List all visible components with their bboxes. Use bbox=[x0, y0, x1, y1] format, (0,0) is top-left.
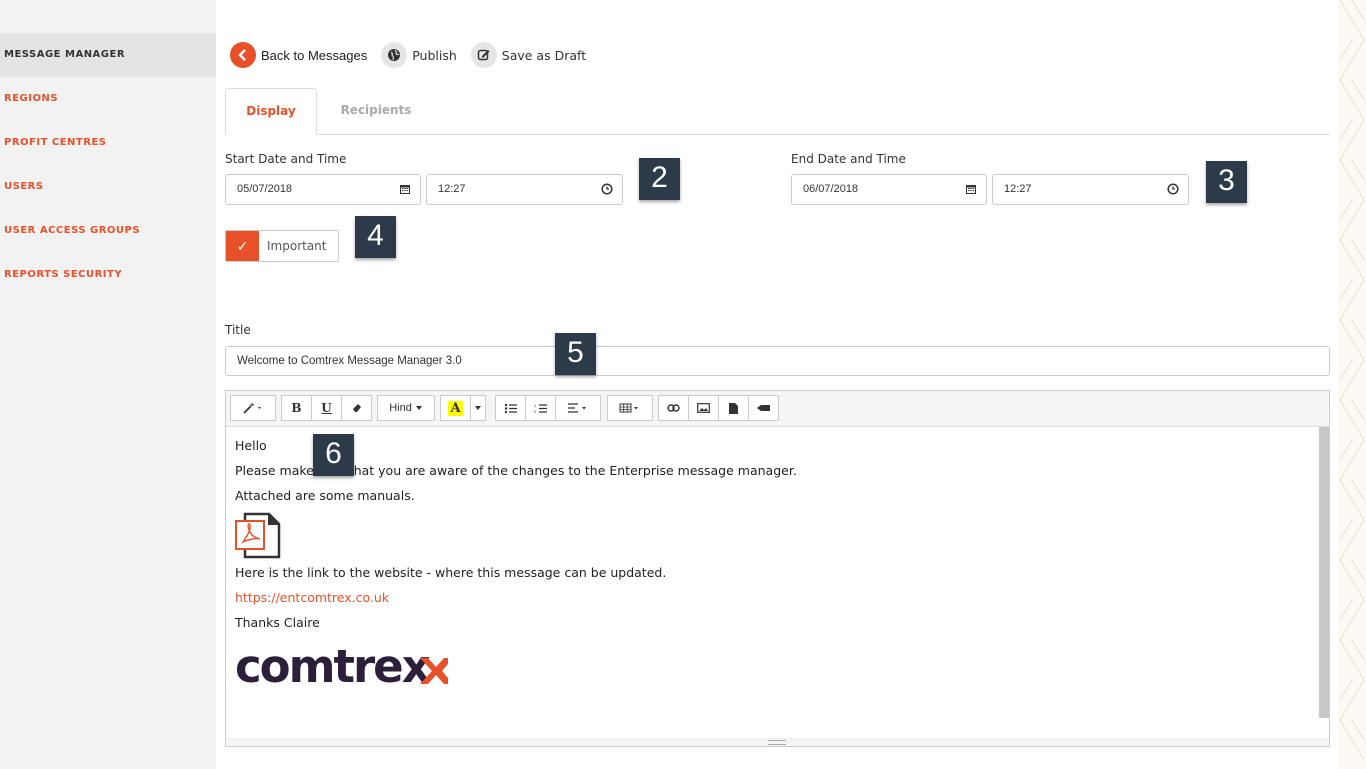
pdf-file-icon bbox=[235, 512, 281, 559]
file-icon bbox=[729, 402, 738, 414]
globe-icon bbox=[381, 42, 408, 68]
title-input[interactable]: Welcome to Comtrex Message Manager 3.0 bbox=[225, 346, 1330, 376]
bold-button[interactable]: B bbox=[281, 395, 312, 421]
numbered-list-button[interactable]: 12 bbox=[525, 395, 556, 421]
important-label: Important bbox=[267, 239, 327, 253]
table-dropdown[interactable] bbox=[607, 395, 653, 421]
font-family-dropdown[interactable]: Hind bbox=[377, 395, 435, 421]
rich-text-editor: B U Hind A 1 2 Hello Please make sure th… bbox=[225, 390, 1330, 747]
annotation-badge-4: 4 bbox=[355, 216, 396, 258]
calendar-icon bbox=[966, 185, 976, 194]
important-checkbox[interactable]: ✓ Important bbox=[225, 230, 339, 262]
greeting-text: Hello bbox=[235, 438, 267, 453]
back-to-messages-button[interactable]: Back to Messages bbox=[230, 42, 367, 68]
chevron-left-icon bbox=[230, 42, 256, 68]
pdf-attachment[interactable] bbox=[235, 512, 1311, 564]
sidebar-item-message-manager[interactable]: MESSAGE MANAGER bbox=[0, 33, 216, 77]
sidebar-item-profit-centres[interactable]: PROFIT CENTRES bbox=[0, 121, 216, 165]
start-date-label: Start Date and Time bbox=[225, 152, 347, 166]
insert-video-button[interactable] bbox=[748, 395, 779, 421]
font-family-label: Hind bbox=[389, 402, 412, 414]
save-as-draft-button[interactable]: Save as Draft bbox=[470, 42, 587, 68]
edit-icon bbox=[470, 42, 497, 68]
tab-bar: Display Recipients bbox=[225, 88, 1330, 135]
font-color-letter: A bbox=[448, 400, 463, 416]
eraser-button[interactable] bbox=[341, 395, 372, 421]
comtrex-logo-x-mark bbox=[420, 658, 448, 684]
start-time-value: 12:27 bbox=[438, 183, 466, 195]
decorative-pattern bbox=[1338, 0, 1366, 769]
font-color-button[interactable]: A bbox=[440, 395, 471, 421]
tab-display[interactable]: Display bbox=[225, 88, 317, 135]
svg-text:1: 1 bbox=[534, 403, 537, 408]
video-icon bbox=[757, 405, 770, 411]
insert-image-button[interactable] bbox=[688, 395, 719, 421]
sidebar-item-regions[interactable]: REGIONS bbox=[0, 77, 216, 121]
main-content: Back to Messages Publish Save as Draft D… bbox=[225, 0, 1330, 769]
start-time-field[interactable]: 12:27 bbox=[426, 174, 623, 205]
back-to-messages-label: Back to Messages bbox=[261, 47, 368, 63]
eraser-icon bbox=[352, 404, 361, 412]
line-3-text: Here is the link to the website - where … bbox=[235, 565, 667, 580]
end-date-label: End Date and Time bbox=[791, 152, 906, 166]
editor-resize-handle[interactable] bbox=[226, 738, 1329, 746]
end-date-field[interactable]: 06/07/2018 bbox=[791, 174, 987, 205]
start-date-field[interactable]: 05/07/2018 bbox=[225, 174, 421, 205]
sidebar-item-user-access-groups[interactable]: USER ACCESS GROUPS bbox=[0, 209, 216, 253]
table-icon bbox=[619, 403, 638, 413]
editor-body[interactable]: Hello Please make sure that you are awar… bbox=[226, 427, 1320, 741]
line-2-text: Attached are some manuals. bbox=[235, 488, 415, 503]
svg-text:2: 2 bbox=[534, 409, 537, 414]
end-time-field[interactable]: 12:27 bbox=[992, 174, 1189, 205]
action-toolbar: Back to Messages Publish Save as Draft bbox=[230, 40, 600, 70]
tab-recipients[interactable]: Recipients bbox=[325, 88, 427, 135]
magic-wand-icon bbox=[243, 403, 261, 414]
line-1-text: Please make sure that you are aware of t… bbox=[235, 463, 797, 478]
end-date-value: 06/07/2018 bbox=[803, 183, 859, 195]
image-icon bbox=[697, 403, 710, 413]
underline-button[interactable]: U bbox=[311, 395, 342, 421]
editor-scrollbar[interactable] bbox=[1319, 427, 1329, 718]
title-label: Title bbox=[225, 323, 251, 337]
link-icon bbox=[667, 404, 680, 412]
numbered-list-icon: 12 bbox=[534, 403, 547, 414]
caret-down-icon bbox=[475, 406, 481, 410]
publish-button[interactable]: Publish bbox=[381, 42, 457, 68]
end-time-value: 12:27 bbox=[1004, 183, 1032, 195]
sidebar-item-reports-security[interactable]: REPORTS SECURITY bbox=[0, 253, 216, 297]
annotation-badge-6: 6 bbox=[313, 434, 354, 476]
annotation-badge-2: 2 bbox=[639, 158, 680, 200]
website-link[interactable]: https://entcomtrex.co.uk bbox=[235, 589, 1311, 614]
insert-link-button[interactable] bbox=[658, 395, 689, 421]
calendar-icon bbox=[400, 185, 410, 194]
bulleted-list-button[interactable] bbox=[495, 395, 526, 421]
clock-icon bbox=[601, 183, 613, 195]
font-color-dropdown[interactable] bbox=[470, 395, 486, 421]
comtrex-logo: comtrex bbox=[235, 639, 1311, 694]
annotation-badge-3: 3 bbox=[1206, 161, 1247, 203]
save-as-draft-label: Save as Draft bbox=[501, 47, 587, 63]
sidebar-item-users[interactable]: USERS bbox=[0, 165, 216, 209]
start-date-value: 05/07/2018 bbox=[237, 183, 293, 195]
align-left-icon bbox=[568, 403, 586, 413]
publish-label: Publish bbox=[412, 47, 457, 63]
comtrex-logo-text: comtrex bbox=[235, 640, 431, 693]
paragraph-align-dropdown[interactable] bbox=[555, 395, 601, 421]
checkmark-icon: ✓ bbox=[226, 231, 259, 261]
caret-down-icon bbox=[415, 406, 422, 410]
editor-toolbar: B U Hind A 1 2 bbox=[226, 391, 1329, 427]
signoff-text: Thanks Claire bbox=[235, 615, 320, 630]
clock-icon bbox=[1167, 183, 1179, 195]
magic-wand-style-button[interactable] bbox=[230, 395, 276, 421]
annotation-badge-5: 5 bbox=[555, 333, 596, 375]
sidebar: MESSAGE MANAGER REGIONS PROFIT CENTRES U… bbox=[0, 0, 216, 769]
bulleted-list-icon bbox=[504, 403, 517, 413]
insert-file-button[interactable] bbox=[718, 395, 749, 421]
